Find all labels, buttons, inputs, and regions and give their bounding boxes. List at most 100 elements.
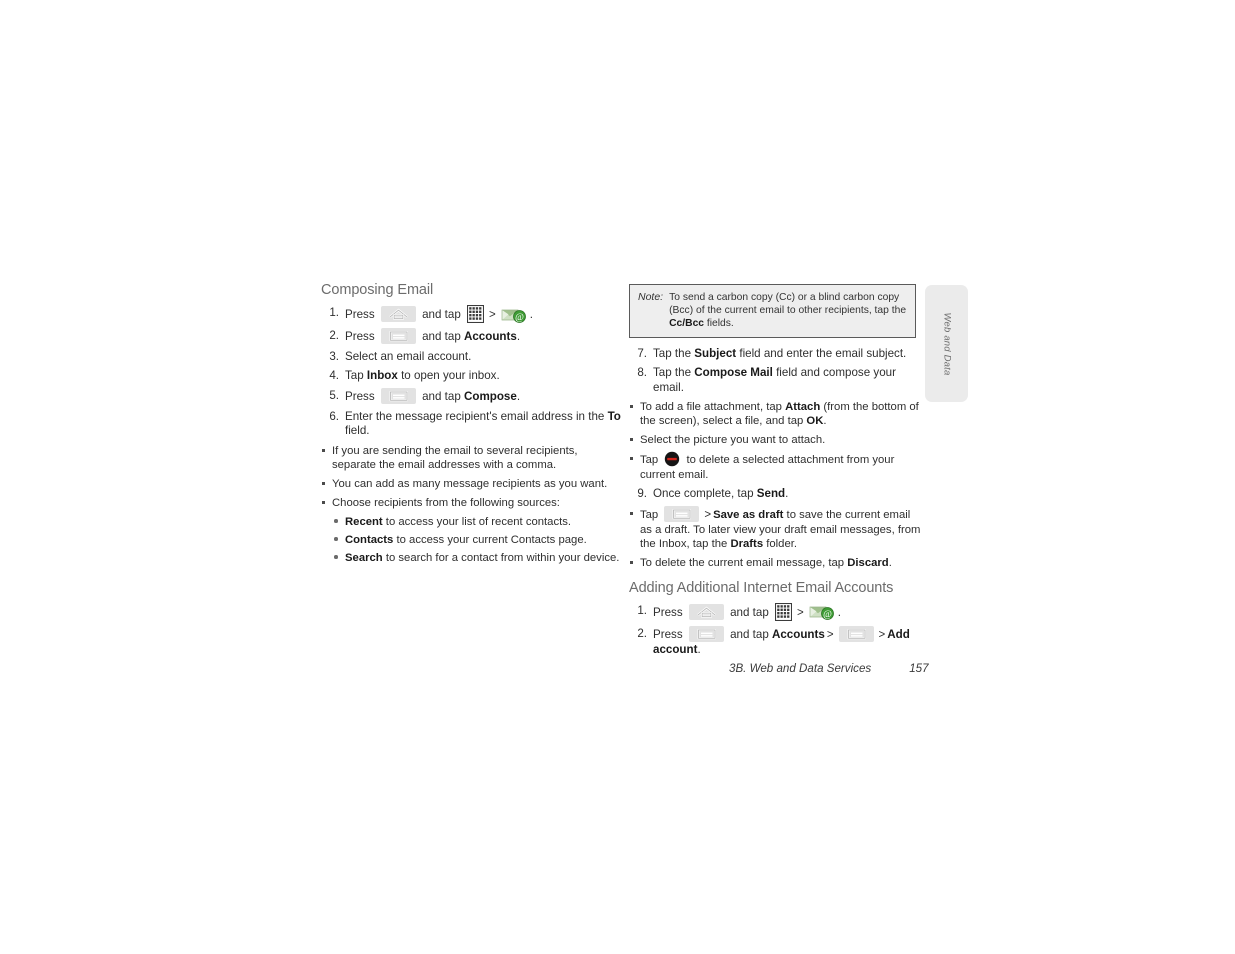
list-item: Select the picture you want to attach. <box>629 433 921 447</box>
list-item: To delete the current email message, tap… <box>629 556 921 570</box>
text-run: Choose recipients from the following sou… <box>332 496 560 509</box>
text-run: . <box>823 415 827 428</box>
list-item: Choose recipients from the following sou… <box>321 496 621 510</box>
text-run: . <box>516 330 521 344</box>
list-item: 1. Press and tap > @. <box>321 305 621 324</box>
text-run: and tap <box>418 389 464 403</box>
emphasis-text: Compose Mail <box>694 366 773 380</box>
list-item: 1. Press and tap > @. <box>629 602 921 622</box>
apps-grid-icon <box>774 602 792 621</box>
page-footer: 3B. Web and Data Services 157 <box>629 662 934 675</box>
adding-accounts-steps: 1. Press and tap > @. 2. Press and tap Accou… <box>629 602 921 657</box>
text-run: . <box>837 605 841 619</box>
step-number: 4. <box>329 369 339 383</box>
page-title: Composing Email <box>321 282 434 298</box>
text-run: Press <box>345 308 378 322</box>
step-text: Tap the Compose Mail field and compose y… <box>653 366 896 393</box>
step-number: 9. <box>637 487 647 501</box>
navigation-separator: > <box>488 309 496 322</box>
menu-key-icon <box>380 387 416 404</box>
right-column: Note: To send a carbon copy (Cc) or a bl… <box>629 284 921 662</box>
emphasis-text: Subject <box>694 347 737 360</box>
text-run: and tap <box>418 330 464 344</box>
menu-key-icon <box>688 625 724 642</box>
list-item: Contacts to access your current Contacts… <box>333 533 621 547</box>
list-item: To add a file attachment, tap Attach (fr… <box>629 400 921 428</box>
list-item: 7. Tap the Subject field and enter the em… <box>629 347 921 361</box>
list-item: 3. Select an email account. <box>321 350 621 364</box>
text-run: If you are sending the email to several … <box>332 444 578 471</box>
text-run: field and enter the email subject. <box>736 347 907 360</box>
list-item: Recent to access your list of recent con… <box>333 515 621 529</box>
step-text: Press and tap Accounts > > Add account. <box>653 625 910 656</box>
list-item: 2. Press and tap Accounts. <box>321 328 621 345</box>
step-number: 8. <box>637 366 647 380</box>
step-text: Tap the Subject field and enter the emai… <box>653 347 906 360</box>
step-text: Press and tap > @. <box>345 305 533 323</box>
emphasis-text: Cc/Bcc <box>669 318 705 329</box>
text-run: Once complete, tap <box>653 487 757 501</box>
text-run: to access your current Contacts page. <box>393 533 587 546</box>
emphasis-text: Accounts <box>771 627 825 641</box>
text-run: Press <box>653 627 686 641</box>
emphasis-text: OK <box>806 415 824 428</box>
text-run: to search for a contact from within your… <box>382 551 620 564</box>
text-run: folder. <box>763 537 798 550</box>
step9-bullet-list: Tap > Save as draft to save the current e… <box>629 505 921 570</box>
text-run: Press <box>345 389 378 403</box>
list-item: Search to search for a contact from with… <box>333 551 621 565</box>
text-run: . <box>697 642 701 656</box>
list-item: 4. Tap Inbox to open your inbox. <box>321 369 621 383</box>
step-number: 7. <box>637 347 647 360</box>
chapter-side-tab: Web and Data <box>925 285 968 402</box>
navigation-separator: > <box>796 606 804 619</box>
chapter-side-tab-label: Web and Data <box>941 312 952 375</box>
section-title-adding-accounts: Adding Additional Internet Email Account… <box>629 579 894 596</box>
step-text: Press and tap > @. <box>653 602 841 621</box>
list-item: 6. Enter the message recipient's email ad… <box>321 410 621 439</box>
text-run: . <box>516 389 521 403</box>
step-text: Press and tap Compose. <box>345 387 521 404</box>
list-item: 8. Tap the Compose Mail field and compose… <box>629 366 921 395</box>
emphasis-text: Accounts <box>463 330 517 344</box>
text-run: Select an email account. <box>345 350 472 363</box>
apps-grid-icon <box>466 305 484 323</box>
text-run: You can add as many message recipients a… <box>332 477 608 490</box>
list-item: Tap > Save as draft to save the current e… <box>629 505 921 551</box>
emphasis-text: Save as draft <box>713 508 784 521</box>
list-item: Tap to delete a selected attachment from… <box>629 452 921 482</box>
composing-email-steps: 1. Press and tap > @. 2. Press and tap Accou… <box>321 305 621 439</box>
navigation-separator: > <box>878 628 886 641</box>
list-item: If you are sending the email to several … <box>321 444 621 472</box>
delete-attachment-icon <box>664 451 680 467</box>
step-number: 5. <box>329 388 339 402</box>
text-run: fields. <box>704 318 734 329</box>
recipient-sources-list: Recent to access your list of recent con… <box>321 515 621 565</box>
text-run: Tap the <box>653 347 695 360</box>
step6-bullet-list: If you are sending the email to several … <box>321 444 621 510</box>
note-label: Note: <box>638 291 664 303</box>
step-text: Once complete, tap Send. <box>653 487 788 500</box>
step-text: Tap Inbox to open your inbox. <box>345 369 500 382</box>
step-number: 6. <box>329 409 339 423</box>
text-run: and tap <box>726 605 772 619</box>
text-run: Tap <box>345 369 367 383</box>
text-run: Select the picture you want to attach. <box>640 434 826 447</box>
step-number: 1. <box>329 306 339 319</box>
manual-page: Composing Email 1. Press and tap > @. 2. Pre… <box>0 0 1235 954</box>
text-run: and tap <box>418 308 464 322</box>
menu-key-icon <box>664 505 700 522</box>
step-number: 1. <box>637 603 647 617</box>
text-run: Tap <box>640 508 662 521</box>
note-box: Note: To send a carbon copy (Cc) or a bl… <box>629 284 916 338</box>
emphasis-text: Discard <box>847 556 889 569</box>
list-item: 9. Once complete, tap Send. <box>629 487 921 501</box>
step-number: 2. <box>329 329 339 342</box>
emphasis-text: Attach <box>785 401 821 414</box>
text-run: . <box>529 308 533 322</box>
emphasis-text: Search <box>345 551 383 564</box>
step-text: Enter the message recipient's email addr… <box>345 410 621 437</box>
home-key-icon <box>380 306 416 322</box>
emphasis-text: Drafts <box>730 537 764 550</box>
emphasis-text: Compose <box>463 389 517 403</box>
